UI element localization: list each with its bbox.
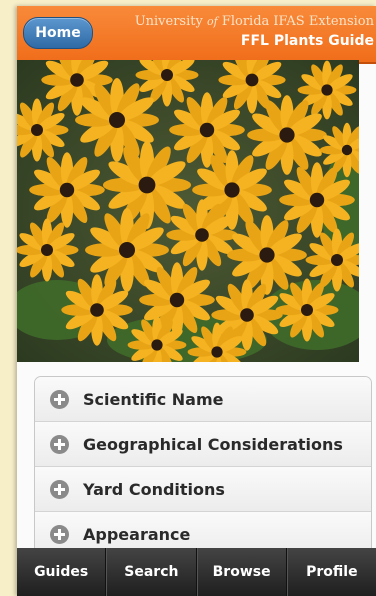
expand-plus-icon — [50, 389, 69, 409]
section-label: Appearance — [83, 524, 191, 544]
section-label: Yard Conditions — [83, 479, 225, 499]
org-title-pre: University — [134, 14, 203, 29]
flower-image — [17, 60, 359, 362]
nav-browse-button[interactable]: Browse — [196, 548, 287, 596]
section-yard-conditions[interactable]: Yard Conditions — [35, 467, 371, 512]
app-title: FFL Plants Guide — [240, 33, 374, 49]
home-button[interactable]: Home — [23, 17, 93, 49]
section-scientific-name[interactable]: Scientific Name — [35, 377, 371, 422]
app-header: Home University of Florida IFAS Extensio… — [17, 6, 376, 64]
plant-details-accordion: Scientific Name Geographical Considerati… — [34, 376, 372, 557]
nav-search-button[interactable]: Search — [106, 548, 197, 596]
nav-guides-button[interactable]: Guides — [17, 548, 107, 596]
expand-plus-icon — [50, 479, 69, 499]
org-title: University of Florida IFAS Extension — [135, 14, 374, 29]
org-title-of: of — [206, 15, 218, 28]
org-title-post: Florida IFAS Extension — [221, 14, 374, 29]
expand-plus-icon — [50, 524, 69, 544]
plant-photo — [17, 60, 359, 362]
expand-plus-icon — [50, 434, 69, 454]
section-label: Geographical Considerations — [83, 434, 343, 454]
bottom-nav-bar: Guides Search Browse Profile — [17, 548, 376, 596]
nav-profile-button[interactable]: Profile — [286, 548, 376, 596]
section-label: Scientific Name — [83, 389, 224, 409]
section-geographical-considerations[interactable]: Geographical Considerations — [35, 422, 371, 467]
